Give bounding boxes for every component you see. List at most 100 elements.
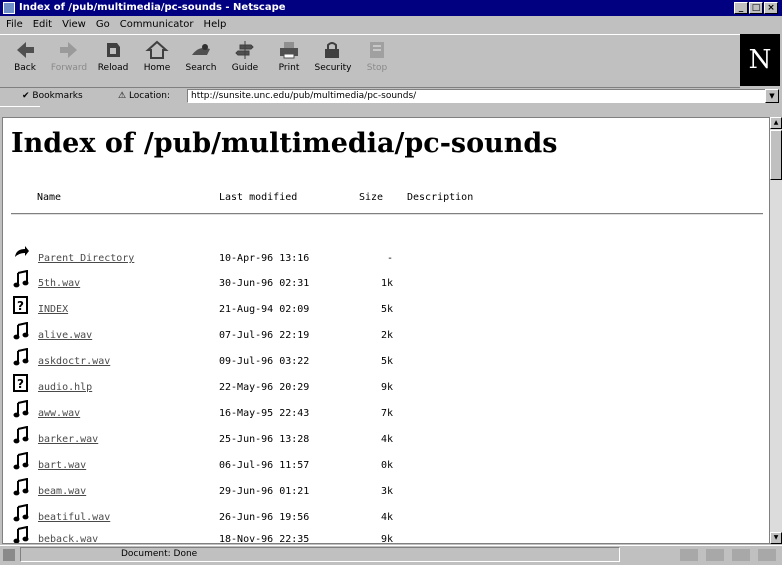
page-title: Index of /pub/multimedia/pc-sounds bbox=[11, 128, 558, 159]
close-button[interactable]: × bbox=[764, 2, 778, 14]
security-icon bbox=[325, 42, 339, 58]
search-button[interactable]: Search bbox=[180, 39, 222, 73]
entry-link[interactable]: audio.hlp bbox=[38, 382, 92, 393]
entry-modified: 21-Aug-94 02:09 bbox=[219, 304, 310, 315]
mail-icon[interactable] bbox=[706, 549, 724, 561]
entry-size: 9k bbox=[380, 382, 393, 393]
entry-size: 0k bbox=[380, 460, 393, 471]
location-toolbar: ✔ Bookmarks ⚠ Location: http://sunsite.u… bbox=[0, 87, 782, 105]
table-row: alive.wav 07-Jul-96 22:19 2k bbox=[3, 322, 763, 348]
entry-link[interactable]: INDEX bbox=[38, 304, 68, 315]
entry-link[interactable]: alive.wav bbox=[38, 330, 92, 341]
table-row: barker.wav 25-Jun-96 13:28 4k bbox=[3, 426, 763, 452]
entry-modified: 09-Jul-96 03:22 bbox=[219, 356, 310, 367]
page-content: Index of /pub/multimedia/pc-sounds Name … bbox=[2, 117, 770, 544]
chevron-down-icon: ▼ bbox=[773, 534, 779, 541]
table-row: beam.wav 29-Jun-96 01:21 3k bbox=[3, 478, 763, 504]
security-lock-icon[interactable] bbox=[3, 549, 15, 561]
entry-size: 5k bbox=[380, 304, 393, 315]
url-history-dropdown[interactable]: ▼ bbox=[765, 89, 779, 103]
table-row: bart.wav 06-Jul-96 11:57 0k bbox=[3, 452, 763, 478]
scroll-thumb[interactable] bbox=[770, 130, 782, 180]
reload-icon bbox=[107, 43, 120, 57]
menu-communicator[interactable]: Communicator bbox=[120, 19, 194, 30]
entry-modified: 07-Jul-96 22:19 bbox=[219, 330, 310, 341]
home-label: Home bbox=[143, 63, 171, 73]
stop-icon bbox=[370, 42, 384, 58]
back-label: Back bbox=[14, 63, 36, 73]
menu-edit[interactable]: Edit bbox=[33, 19, 52, 30]
print-label: Print bbox=[278, 63, 300, 73]
guide-button[interactable]: Guide bbox=[224, 39, 266, 73]
entry-link[interactable]: bart.wav bbox=[38, 460, 86, 471]
scroll-up-button[interactable]: ▲ bbox=[770, 117, 782, 129]
scroll-down-button[interactable]: ▼ bbox=[770, 532, 782, 544]
entry-modified: 18-Nov-96 22:35 bbox=[219, 534, 310, 544]
location-label: ⚠ Location: bbox=[118, 87, 170, 105]
reload-button[interactable]: Reload bbox=[92, 39, 134, 73]
toolbar-tab-handle[interactable] bbox=[0, 106, 40, 117]
reload-label: Reload bbox=[97, 63, 129, 73]
table-row: ? INDEX 21-Aug-94 02:09 5k bbox=[3, 296, 763, 322]
table-row: beback.wav 18-Nov-96 22:35 9k bbox=[3, 526, 763, 544]
entry-modified: 30-Jun-96 02:31 bbox=[219, 278, 310, 289]
status-bar: Document: Done bbox=[0, 545, 782, 565]
netscape-app-icon bbox=[3, 2, 15, 14]
sound-file-icon bbox=[13, 526, 29, 543]
entry-size: 9k bbox=[380, 534, 393, 544]
print-button[interactable]: Print bbox=[268, 39, 310, 73]
entry-size: 2k bbox=[380, 330, 393, 341]
entry-link[interactable]: barker.wav bbox=[38, 434, 98, 445]
menu-file[interactable]: File bbox=[6, 19, 23, 30]
entry-modified: 16-May-95 22:43 bbox=[219, 408, 310, 419]
entry-link[interactable]: beatiful.wav bbox=[38, 512, 110, 523]
entry-link[interactable]: Parent Directory bbox=[38, 253, 134, 264]
chevron-up-icon: ▲ bbox=[773, 119, 779, 126]
composer-icon[interactable] bbox=[758, 549, 776, 561]
search-label: Search bbox=[185, 63, 217, 73]
svg-text:?: ? bbox=[17, 299, 24, 313]
status-text: Document: Done bbox=[20, 547, 620, 562]
menu-go[interactable]: Go bbox=[96, 19, 110, 30]
bookmark-icon: ✔ bbox=[22, 91, 33, 101]
entry-link[interactable]: 5th.wav bbox=[38, 278, 80, 289]
sound-file-icon bbox=[13, 504, 29, 522]
entry-modified: 22-May-96 20:29 bbox=[219, 382, 310, 393]
menu-help[interactable]: Help bbox=[204, 19, 227, 30]
entry-link[interactable]: beam.wav bbox=[38, 486, 86, 497]
entry-link[interactable]: askdoctr.wav bbox=[38, 356, 110, 367]
minimize-button[interactable]: _ bbox=[734, 2, 748, 14]
stop-button[interactable]: Stop bbox=[356, 39, 398, 73]
security-button[interactable]: Security bbox=[312, 39, 354, 73]
navigation-toolbar: Back Forward Reload Home Search Guide Pr… bbox=[0, 34, 740, 88]
unknown-file-icon: ? bbox=[13, 296, 28, 314]
forward-button[interactable]: Forward bbox=[48, 39, 90, 73]
maximize-button[interactable]: □ bbox=[749, 2, 763, 14]
sound-file-icon bbox=[13, 270, 29, 288]
search-icon bbox=[192, 44, 210, 55]
entry-modified: 25-Jun-96 13:28 bbox=[219, 434, 310, 445]
page-proxy-icon[interactable]: ⚠ bbox=[118, 91, 129, 101]
entry-size: 7k bbox=[380, 408, 393, 419]
back-button[interactable]: Back bbox=[4, 39, 46, 73]
entry-modified: 06-Jul-96 11:57 bbox=[219, 460, 310, 471]
menu-view[interactable]: View bbox=[62, 19, 86, 30]
guide-label: Guide bbox=[231, 63, 259, 73]
table-row: ? audio.hlp 22-May-96 20:29 9k bbox=[3, 374, 763, 400]
entry-size: 3k bbox=[380, 486, 393, 497]
entry-link[interactable]: beback.wav bbox=[38, 534, 98, 543]
sound-file-icon bbox=[13, 348, 29, 366]
entry-modified: 26-Jun-96 19:56 bbox=[219, 512, 310, 523]
column-header-name: Name bbox=[37, 192, 62, 203]
discussion-icon[interactable] bbox=[732, 549, 750, 561]
title-bar: Index of /pub/multimedia/pc-sounds - Net… bbox=[0, 0, 782, 16]
stop-label: Stop bbox=[366, 63, 388, 73]
bookmarks-button[interactable]: ✔ Bookmarks bbox=[22, 87, 83, 105]
entry-link[interactable]: aww.wav bbox=[38, 408, 80, 419]
back-arrow-icon bbox=[15, 246, 29, 257]
url-field[interactable]: http://sunsite.unc.edu/pub/multimedia/pc… bbox=[187, 89, 767, 103]
print-icon bbox=[280, 42, 298, 59]
entry-size: - bbox=[386, 253, 393, 264]
home-button[interactable]: Home bbox=[136, 39, 178, 73]
vertical-scrollbar[interactable]: ▲ ▼ bbox=[770, 117, 782, 544]
